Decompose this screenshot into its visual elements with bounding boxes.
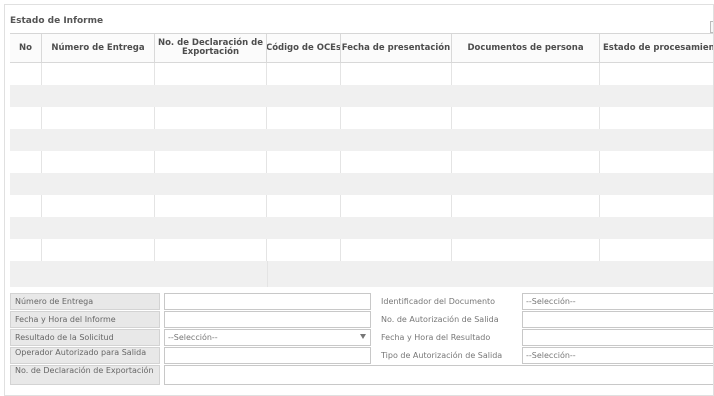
- table-row[interactable]: [10, 129, 713, 151]
- form-row: Resultado de la Solicitud --Selección-- …: [10, 329, 713, 346]
- table-cell: [10, 107, 42, 129]
- table-row[interactable]: [10, 151, 713, 173]
- table-cell: [155, 195, 267, 217]
- table-row[interactable]: [10, 63, 713, 85]
- numero-entrega-input[interactable]: [164, 293, 371, 310]
- identificador-documento-value: --Selección--: [526, 297, 576, 306]
- table-cell: [42, 195, 155, 217]
- operador-autorizado-input[interactable]: [164, 347, 371, 364]
- table-cell: [10, 239, 42, 261]
- table-cell: [341, 151, 452, 173]
- table-cell: [341, 239, 452, 261]
- table-cell: [341, 107, 452, 129]
- table-cell: [155, 63, 267, 85]
- form-row: Número de Entrega Identificador del Docu…: [10, 293, 713, 310]
- column-header-numero-entrega[interactable]: Número de Entrega: [42, 34, 155, 62]
- table-cell: [155, 107, 267, 129]
- table-cell: [42, 239, 155, 261]
- fecha-hora-informe-label: Fecha y Hora del Informe: [10, 311, 160, 328]
- table-cell: [10, 63, 42, 85]
- table-cell: [452, 151, 600, 173]
- table-cell: [267, 195, 341, 217]
- report-grid: No Número de Entrega No. de Declaración …: [10, 33, 713, 287]
- table-cell: [452, 239, 600, 261]
- column-header-declaracion-exportacion[interactable]: No. de Declaración de Exportación: [155, 34, 267, 62]
- panel-title: Estado de Informe: [10, 16, 104, 26]
- operador-autorizado-label: Operador Autorizado para Salida: [10, 347, 160, 364]
- table-cell: [267, 151, 341, 173]
- identificador-documento-label: Identificador del Documento: [381, 297, 496, 306]
- panel-corner-button[interactable]: [710, 21, 713, 33]
- table-cell: [42, 107, 155, 129]
- table-cell: [42, 151, 155, 173]
- table-cell: [452, 195, 600, 217]
- table-cell: [267, 63, 341, 85]
- fecha-hora-informe-input[interactable]: [164, 311, 371, 328]
- table-cell: [267, 107, 341, 129]
- table-row[interactable]: [10, 239, 713, 261]
- fecha-hora-resultado-label: Fecha y Hora del Resultado: [381, 333, 491, 342]
- resultado-solicitud-select[interactable]: --Selección--: [164, 329, 371, 346]
- tipo-autorizacion-salida-select[interactable]: --Selección--: [522, 347, 713, 364]
- grid-header-row: No Número de Entrega No. de Declaración …: [10, 34, 713, 63]
- table-cell: [155, 239, 267, 261]
- no-autorizacion-salida-input[interactable]: [522, 311, 713, 328]
- table-cell: [155, 151, 267, 173]
- numero-entrega-label: Número de Entrega: [10, 293, 160, 310]
- table-row[interactable]: [10, 261, 713, 287]
- form-row: Operador Autorizado para Salida Tipo de …: [10, 347, 713, 364]
- report-filter-form: Número de Entrega Identificador del Docu…: [10, 293, 713, 395]
- table-row[interactable]: [10, 217, 713, 239]
- form-row: No. de Declaración de Exportación: [10, 365, 713, 385]
- column-header-fecha-presentacion[interactable]: Fecha de presentación: [341, 34, 452, 62]
- table-cell: [267, 261, 268, 287]
- table-cell: [452, 107, 600, 129]
- tipo-autorizacion-salida-value: --Selección--: [526, 351, 576, 360]
- table-cell: [341, 63, 452, 85]
- no-declaracion-exportacion-input[interactable]: [164, 365, 713, 385]
- table-row[interactable]: [10, 85, 713, 107]
- table-cell: [10, 195, 42, 217]
- identificador-documento-select[interactable]: --Selección--: [522, 293, 713, 310]
- column-header-documentos-persona[interactable]: Documentos de persona: [452, 34, 600, 62]
- report-status-panel: Estado de Informe No Número de Entrega N…: [4, 4, 714, 396]
- table-row[interactable]: [10, 107, 713, 129]
- tipo-autorizacion-salida-label: Tipo de Autorización de Salida: [381, 351, 503, 360]
- panel-header: Estado de Informe: [5, 5, 713, 33]
- table-cell: [452, 63, 600, 85]
- form-row: Fecha y Hora del Informe No. de Autoriza…: [10, 311, 713, 328]
- table-cell: [267, 239, 341, 261]
- table-row[interactable]: [10, 173, 713, 195]
- table-cell: [10, 151, 42, 173]
- resultado-solicitud-value: --Selección--: [168, 333, 218, 342]
- column-header-estado-procesamiento[interactable]: Estado de procesamiento: [600, 34, 713, 62]
- column-header-codigo-oces[interactable]: Código de OCEs: [267, 34, 341, 62]
- no-declaracion-exportacion-label: No. de Declaración de Exportación: [10, 365, 160, 385]
- table-row[interactable]: [10, 195, 713, 217]
- chevron-down-icon[interactable]: [360, 334, 366, 339]
- table-cell: [341, 195, 452, 217]
- table-cell: [42, 63, 155, 85]
- resultado-solicitud-label: Resultado de la Solicitud: [10, 329, 160, 346]
- no-autorizacion-salida-label: No. de Autorización de Salida: [381, 315, 499, 324]
- column-header-no[interactable]: No: [10, 34, 42, 62]
- fecha-hora-resultado-input[interactable]: [522, 329, 713, 346]
